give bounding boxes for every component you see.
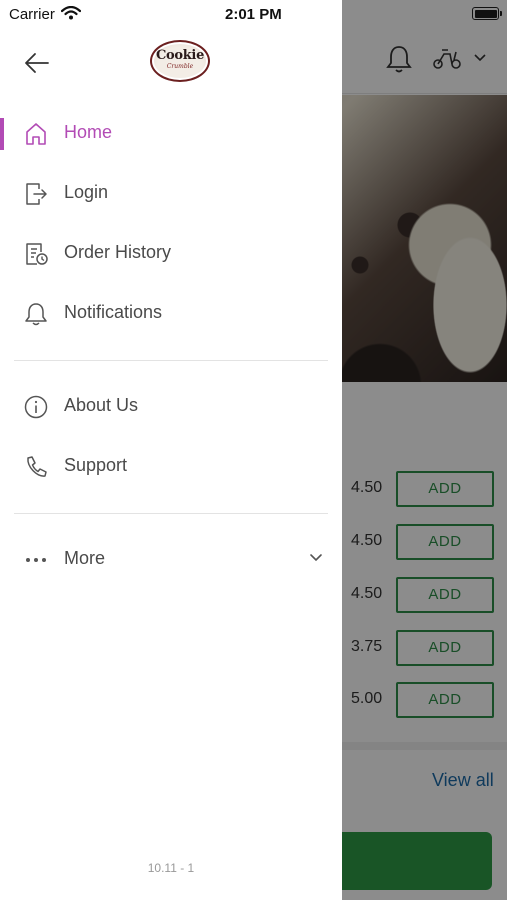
menu-item-label: Order History (64, 242, 172, 262)
menu-item-notifications[interactable]: Notifications (0, 288, 342, 340)
status-bar: Carrier 2:01 PM (0, 0, 507, 28)
more-dots-icon (26, 558, 46, 562)
back-arrow-icon[interactable] (22, 48, 52, 78)
battery-icon (472, 7, 502, 20)
status-time: 2:01 PM (225, 6, 282, 23)
menu-item-home[interactable]: Home (0, 108, 342, 160)
logo-subtext: Crumble (166, 63, 194, 70)
menu-item-about-us[interactable]: About Us (0, 381, 342, 433)
drawer-header: Cookie Crumble (0, 28, 342, 94)
menu-item-support[interactable]: Support (0, 441, 342, 493)
phone-icon (27, 456, 47, 477)
navigation-drawer: Cookie Crumble Home Login Order History (0, 0, 342, 900)
carrier-label: Carrier (9, 6, 55, 23)
home-icon (26, 123, 46, 145)
bell-icon (25, 303, 47, 326)
brand-logo: Cookie Crumble (150, 40, 210, 82)
menu-item-label: About Us (64, 395, 139, 415)
menu-divider (14, 513, 328, 514)
menu-item-label: More (64, 548, 106, 568)
logo-text: Cookie (155, 48, 205, 63)
login-icon (26, 183, 47, 205)
menu-divider (14, 360, 328, 361)
menu-item-label: Support (64, 455, 128, 475)
chevron-down-icon[interactable] (308, 552, 324, 564)
menu-item-login[interactable]: Login (0, 168, 342, 220)
menu-item-more[interactable]: More (0, 534, 342, 586)
menu-item-label: Notifications (64, 302, 163, 322)
menu-item-label: Login (64, 182, 109, 202)
app-version: 10.11 - 1 (147, 861, 195, 875)
order-history-icon (26, 243, 48, 265)
info-icon (24, 395, 48, 419)
wifi-icon (61, 6, 81, 20)
menu-item-order-history[interactable]: Order History (0, 228, 342, 280)
menu-item-label: Home (64, 122, 113, 142)
